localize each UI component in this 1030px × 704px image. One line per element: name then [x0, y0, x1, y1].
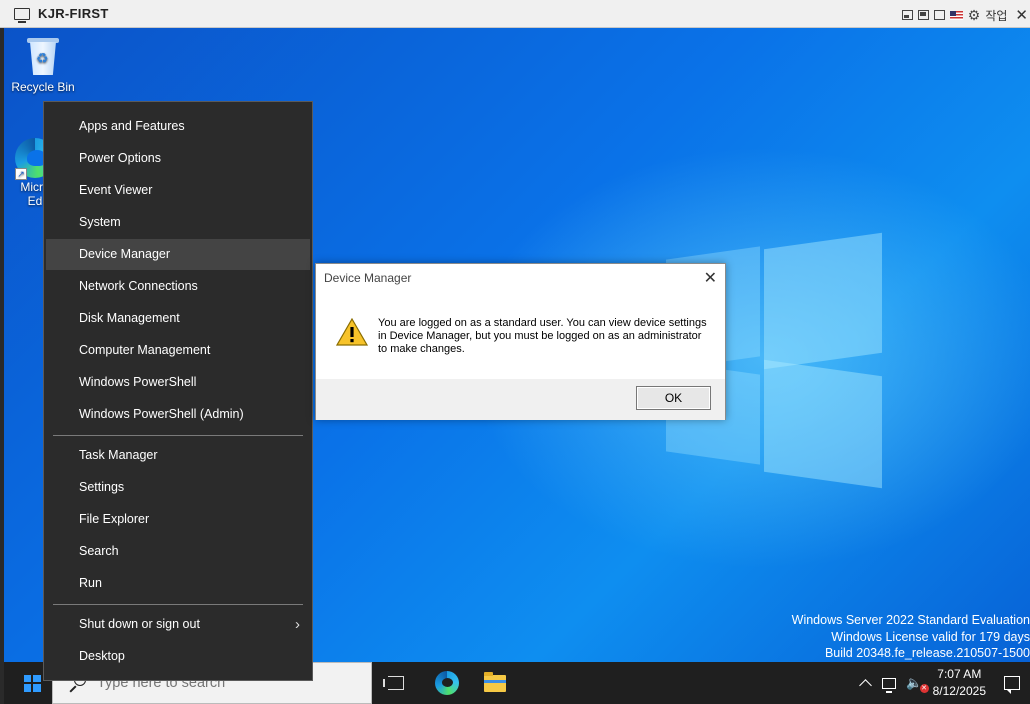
session-title: KJR-FIRST: [38, 6, 109, 21]
menu-separator: [53, 604, 303, 605]
device-manager-dialog: Device Manager ✕ You are logged on as a …: [315, 263, 726, 420]
menu-item-run[interactable]: Run: [46, 568, 310, 599]
window-icon[interactable]: [917, 10, 929, 20]
shut-down-label: Shut down or sign out: [79, 617, 200, 631]
fullscreen-icon[interactable]: [933, 10, 945, 20]
gear-icon[interactable]: ⚙: [968, 7, 981, 24]
dialog-footer: OK: [316, 379, 725, 420]
clock[interactable]: 7:07 AM 8/12/2025: [933, 666, 986, 700]
edge-taskbar-button[interactable]: [423, 662, 471, 704]
menu-item-apps-and-features[interactable]: Apps and Features: [46, 111, 310, 142]
recycle-bin-icon: ♻: [26, 36, 60, 76]
clock-time: 7:07 AM: [937, 667, 982, 681]
session-controls: ⚙ 작업 ✕: [901, 6, 1028, 24]
menu-item-system[interactable]: System: [46, 207, 310, 238]
menu-item-power-options[interactable]: Power Options: [46, 143, 310, 174]
menu-separator: [53, 435, 303, 436]
chevron-up-icon[interactable]: [859, 679, 873, 692]
ok-button[interactable]: OK: [636, 386, 711, 410]
remote-session-titlebar: KJR-FIRST ⚙ 작업 ✕: [0, 0, 1030, 28]
menu-item-device-manager[interactable]: Device Manager: [46, 239, 310, 270]
menu-item-file-explorer[interactable]: File Explorer: [46, 504, 310, 535]
volume-muted-icon[interactable]: 🔈 ✕: [906, 675, 929, 693]
clock-date: 8/12/2025: [932, 684, 986, 698]
dialog-message: You are logged on as a standard user. Yo…: [378, 317, 707, 355]
windows-logo-icon: [23, 674, 41, 692]
edge-icon: [435, 671, 459, 695]
restore-icon[interactable]: [901, 10, 913, 20]
menu-item-task-manager[interactable]: Task Manager: [46, 440, 310, 471]
monitor-icon: [14, 7, 30, 23]
network-icon[interactable]: [882, 677, 897, 693]
folder-icon: [484, 671, 506, 692]
chevron-right-icon: ›: [295, 616, 300, 633]
recycle-bin-label: Recycle Bin: [11, 80, 75, 94]
warning-icon: [336, 318, 368, 346]
menu-item-desktop[interactable]: Desktop: [46, 641, 310, 672]
task-view-icon: [383, 676, 404, 690]
evaluation-watermark: Windows Server 2022 Standard Evaluation …: [790, 612, 1030, 662]
menu-item-settings[interactable]: Settings: [46, 472, 310, 503]
system-tray: 🔈 ✕ 7:07 AM 8/12/2025: [859, 662, 1030, 704]
wallpaper-logo-pane: [764, 359, 882, 489]
watermark-line2: Windows License valid for 179 days: [831, 629, 1030, 644]
menu-item-shut-down-or-sign-out[interactable]: Shut down or sign out ›: [46, 609, 310, 640]
menu-item-windows-powershell-admin[interactable]: Windows PowerShell (Admin): [46, 399, 310, 430]
menu-item-computer-management[interactable]: Computer Management: [46, 335, 310, 366]
watermark-line1: Windows Server 2022 Standard Evaluation: [791, 613, 1030, 627]
recycle-bin-shortcut[interactable]: ♻ Recycle Bin: [4, 36, 82, 94]
menu-item-event-viewer[interactable]: Event Viewer: [46, 175, 310, 206]
task-view-button[interactable]: [372, 662, 420, 704]
close-icon[interactable]: ✕: [1015, 6, 1028, 24]
flag-icon[interactable]: [949, 10, 963, 20]
watermark-line3: Build 20348.fe_release.210507-1500: [824, 646, 1030, 660]
close-icon[interactable]: ✕: [704, 268, 717, 288]
menu-item-network-connections[interactable]: Network Connections: [46, 271, 310, 302]
power-user-menu: Apps and Features Power Options Event Vi…: [43, 101, 313, 681]
file-explorer-taskbar-button[interactable]: [471, 662, 519, 704]
menu-item-disk-management[interactable]: Disk Management: [46, 303, 310, 334]
menu-item-windows-powershell[interactable]: Windows PowerShell: [46, 367, 310, 398]
notification-icon[interactable]: [1004, 676, 1020, 694]
wallpaper-logo-pane: [764, 232, 882, 370]
menu-item-search[interactable]: Search: [46, 536, 310, 567]
shortcut-arrow-icon: ↗: [15, 168, 27, 180]
dialog-title: Device Manager: [324, 271, 412, 285]
actions-label[interactable]: 작업: [985, 7, 1007, 24]
